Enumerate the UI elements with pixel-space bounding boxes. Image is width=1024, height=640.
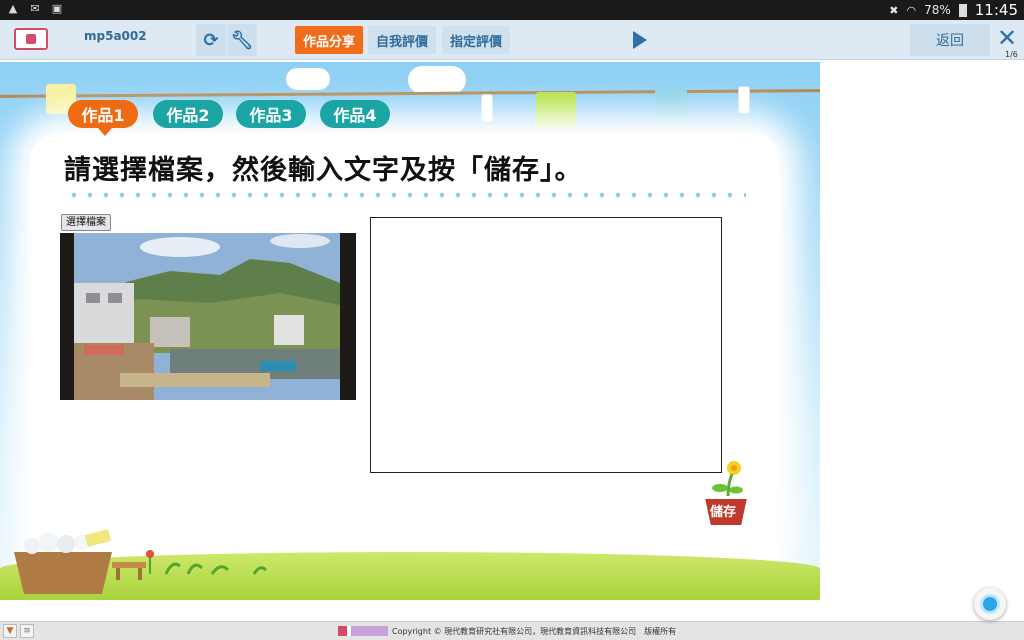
wifi-icon: ◠ bbox=[906, 3, 917, 17]
bottom-bar: ▼ ≡ Copyright © 現代教育研究社有限公司，現代教育資訊科技有限公司… bbox=[0, 621, 1024, 640]
work-tab-3[interactable]: 作品3 bbox=[236, 100, 306, 128]
app-toolbar: mp5a002 ⟳ 🔧︎ 作品分享 自我評價 指定評價 返回 ✕ 1/6 bbox=[0, 20, 1024, 60]
dropdown-icon[interactable]: ▼ bbox=[3, 624, 17, 638]
cloud-decoration bbox=[408, 66, 466, 94]
work-tab-2[interactable]: 作品2 bbox=[153, 100, 223, 128]
copyright-text: Copyright © 現代教育研究社有限公司，現代教育資訊科技有限公司 版權所… bbox=[392, 627, 677, 636]
uploaded-photo bbox=[60, 233, 356, 400]
sock-decoration bbox=[738, 86, 750, 114]
close-icon[interactable]: ✕ bbox=[994, 26, 1020, 52]
sock-decoration bbox=[481, 94, 493, 122]
lesson-code: mp5a002 bbox=[84, 29, 147, 43]
tools-button[interactable]: 🔧︎ bbox=[227, 24, 257, 56]
mail-icon: ✉ bbox=[30, 2, 40, 15]
image-icon: ▣ bbox=[51, 2, 63, 15]
activity-stage: 作品1 作品2 作品3 作品4 請選擇檔案，然後輸入文字及按「儲存」。 選擇檔案 bbox=[0, 62, 820, 600]
back-button[interactable]: 返回 bbox=[910, 24, 990, 56]
page-indicator: 1/6 bbox=[1005, 50, 1018, 59]
tab-assigned-evaluation[interactable]: 指定評價 bbox=[442, 26, 511, 54]
save-label: 儲存 bbox=[710, 505, 737, 520]
battery-icon bbox=[958, 3, 967, 17]
tab-work-share[interactable]: 作品分享 bbox=[295, 26, 364, 54]
flowers-decoration bbox=[146, 550, 268, 575]
save-button[interactable]: 儲存 bbox=[702, 460, 750, 530]
pants-decoration bbox=[655, 86, 687, 118]
app-root: ▲ ✉ ▣ ✖ ◠ 78% 11:45 mp5a002 ⟳ 🔧︎ 作品分享 自我… bbox=[0, 0, 1024, 640]
refresh-button[interactable]: ⟳ bbox=[196, 24, 226, 56]
menu-icon[interactable]: ≡ bbox=[20, 624, 34, 638]
laundry-basket-decoration bbox=[14, 530, 112, 594]
description-textarea[interactable] bbox=[370, 217, 722, 473]
choose-file-button[interactable]: 選擇檔案 bbox=[61, 214, 111, 231]
battery-percent: 78% bbox=[924, 3, 951, 17]
clock: 11:45 bbox=[974, 1, 1018, 19]
cloud-decoration bbox=[286, 68, 330, 90]
play-icon[interactable] bbox=[633, 31, 647, 49]
clothesline-decoration bbox=[0, 89, 820, 98]
instruction-text: 請選擇檔案，然後輸入文字及按「儲存」。 bbox=[64, 155, 583, 186]
footer-logo bbox=[338, 626, 388, 636]
dotted-divider bbox=[66, 192, 746, 198]
wrench-icon: 🔧︎ bbox=[230, 29, 254, 51]
floating-assistive-button[interactable] bbox=[974, 588, 1006, 620]
refresh-icon: ⟳ bbox=[203, 29, 219, 51]
android-status-bar: ▲ ✉ ▣ ✖ ◠ 78% 11:45 bbox=[0, 0, 1024, 20]
warning-icon: ▲ bbox=[8, 2, 18, 15]
mute-icon: ✖ bbox=[889, 3, 899, 17]
work-tab-4[interactable]: 作品4 bbox=[320, 100, 390, 128]
assistive-touch-icon bbox=[983, 597, 997, 611]
publisher-logo[interactable] bbox=[14, 28, 48, 50]
tab-self-evaluation[interactable]: 自我評價 bbox=[368, 26, 437, 54]
work-tab-1[interactable]: 作品1 bbox=[68, 100, 138, 136]
shirt-decoration bbox=[536, 92, 576, 128]
harbour-photo-illustration bbox=[60, 233, 356, 400]
